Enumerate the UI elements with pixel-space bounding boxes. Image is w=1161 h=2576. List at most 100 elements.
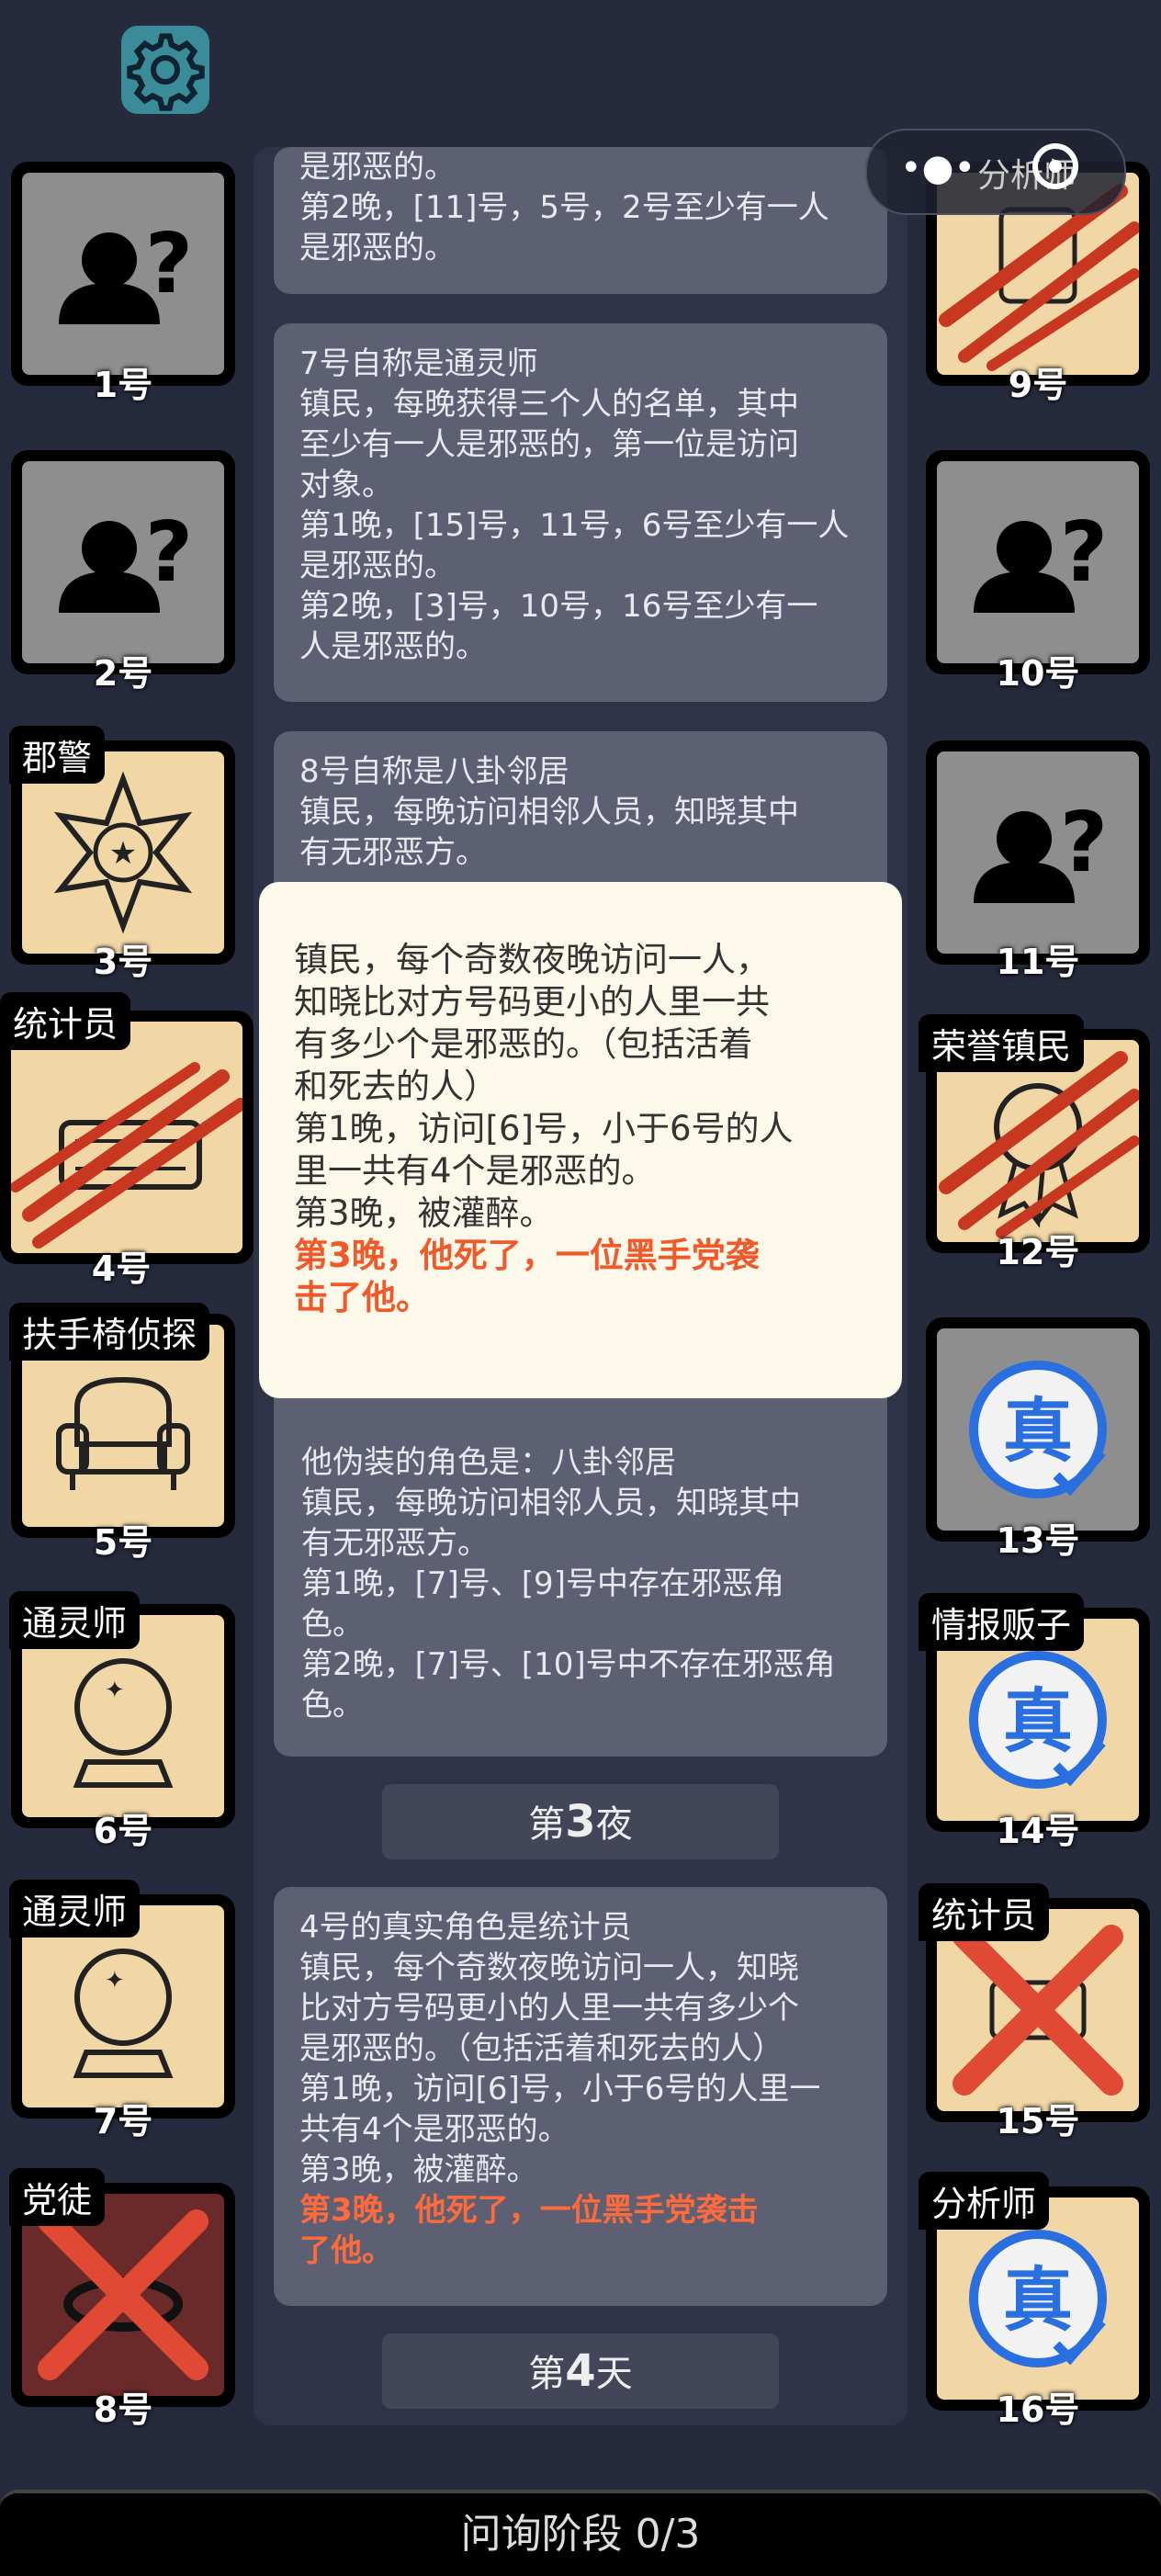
log-text: 是邪恶的。 (299, 149, 456, 186)
day-label-prefix: 第 (528, 2353, 566, 2395)
player-number: 16号 (996, 2390, 1080, 2430)
night-3-header: 第3夜 (382, 1784, 779, 1859)
log-text: 人是邪恶的。 (299, 628, 487, 665)
player-number: 3号 (93, 942, 153, 982)
role-label: 党徒 (9, 2168, 106, 2226)
log-text: 第1晚，[7]号、[9]号中存在邪恶角 (301, 1565, 784, 1602)
player-number: 13号 (996, 1520, 1080, 1561)
svg-text:?: ? (145, 216, 193, 312)
close-target-icon[interactable] (1032, 143, 1078, 189)
svg-text:✦: ✦ (105, 1677, 125, 1704)
svg-text:真: 真 (1003, 1390, 1073, 1472)
log-text: 对象。 (299, 467, 393, 503)
phase-label: 问询阶段 0/3 (460, 2511, 701, 2558)
tooltip-text: 第3晚，被灌醉。 (294, 1193, 554, 1233)
log-text: 镇民，每晚访问相邻人员，知晓其中 (301, 1485, 801, 1521)
svg-text:?: ? (1060, 795, 1108, 891)
log-text: 第2晚，[7]号、[10]号中不存在邪恶角 (301, 1646, 836, 1683)
player-portrait (11, 1022, 242, 1253)
tooltip-death-text: 击了他。 (294, 1278, 430, 1317)
abacus-icon (11, 1062, 242, 1248)
svg-text:真: 真 (1003, 1680, 1073, 1762)
player-portrait: ? (22, 461, 224, 663)
log-text: 镇民，每晚访问相邻人员，知晓其中 (299, 794, 799, 830)
player-tile-13[interactable]: 真 (926, 1317, 1150, 1542)
log-text: 第2晚，[3]号，10号，16号至少有一 (299, 588, 818, 625)
log-card-1: 是邪恶的。 第2晚，[11]号，5号，2号至少有一人 是邪恶的。 (274, 147, 887, 294)
log-text: 8号自称是八卦邻居 (299, 753, 569, 790)
more-dots-icon[interactable]: •●• (900, 147, 975, 189)
settings-button[interactable] (121, 26, 209, 114)
player-number: 5号 (93, 1522, 153, 1563)
role-label: 通灵师 (9, 1880, 141, 1938)
role-label: 扶手椅侦探 (9, 1303, 210, 1361)
player-number: 12号 (996, 1232, 1080, 1272)
player-number: 9号 (1008, 365, 1068, 405)
unknown-person-icon: ? (59, 504, 193, 613)
player-number: 6号 (93, 1811, 153, 1851)
tooltip-death-text: 第3晚，他死了，一位黑手党袭 (294, 1236, 760, 1275)
log-text: 他伪装的角色是：八卦邻居 (301, 1444, 676, 1481)
role-label: 郡警 (9, 726, 106, 784)
role-label: 荣誉镇民 (919, 1014, 1085, 1072)
menu-capsule[interactable]: 分析师 •●• (865, 129, 1126, 215)
phase-bar[interactable]: 问询阶段 0/3 (0, 2490, 1161, 2576)
log-text: 共有4个是邪恶的。 (299, 2111, 569, 2148)
log-text: 是邪恶的。 (299, 230, 456, 266)
svg-text:✦: ✦ (105, 1967, 125, 1994)
day-number: 4 (565, 2345, 596, 2397)
role-label: 统计员 (0, 992, 131, 1050)
tooltip-text: 知晓比对方号码更小的人里一共 (294, 982, 770, 1022)
claw-marks-icon (11, 1062, 242, 1248)
player-number: 14号 (996, 1811, 1080, 1851)
player-number: 4号 (91, 1248, 152, 1289)
log-card-2: 7号自称是通灵师 镇民，每晚获得三个人的名单，其中 至少有一人是邪恶的，第一位是… (274, 323, 887, 702)
player-tile-11[interactable]: ? (926, 740, 1150, 965)
role-label: 分析师 (919, 2172, 1050, 2230)
unknown-person-icon: ? (974, 504, 1108, 613)
svg-text:★: ★ (109, 835, 137, 872)
role-label: 通灵师 (9, 1591, 141, 1649)
player-tile-10[interactable]: ? (926, 450, 1150, 674)
player-tile-2[interactable]: ? (11, 450, 235, 674)
log-text: 第1晚，[15]号，11号，6号至少有一人 (299, 507, 850, 544)
tooltip-text: 第1晚，访问[6]号，小于6号的人 (294, 1109, 794, 1148)
night-number: 3 (565, 1796, 596, 1847)
tooltip-text: 和死去的人） (294, 1067, 498, 1106)
tooltip-text: 有多少个是邪恶的。（包括活着 (294, 1024, 753, 1064)
log-text: 第2晚，[11]号，5号，2号至少有一人 (299, 189, 829, 226)
log-card-4: 他伪装的角色是：八卦邻居 镇民，每晚访问相邻人员，知晓其中 有无邪恶方。 第1晚… (274, 1350, 887, 1757)
player-number: 11号 (996, 942, 1080, 982)
player-portrait: ? (937, 751, 1139, 954)
true-stamp-icon: 真 (969, 1361, 1107, 1498)
log-text: 有无邪恶方。 (301, 1525, 489, 1562)
log-text: 第1晚，访问[6]号，小于6号的人里一 (299, 2071, 821, 2107)
log-text: 色。 (301, 1606, 364, 1643)
log-card-5: 4号的真实角色是统计员 镇民，每个奇数夜晚访问一人，知晓 比对方号码更小的人里一… (274, 1887, 887, 2306)
log-text: 是邪恶的。 (299, 548, 456, 584)
svg-text:真: 真 (1003, 2259, 1073, 2341)
player-number: 8号 (93, 2390, 153, 2430)
svg-text:?: ? (1060, 504, 1108, 601)
player-number: 10号 (996, 653, 1080, 694)
player-number: 2号 (93, 653, 153, 694)
player-number: 1号 (93, 365, 153, 405)
unknown-person-icon: ? (974, 795, 1108, 903)
log-text: 比对方号码更小的人里一共有多少个 (299, 1990, 799, 2027)
log-text: 是邪恶的。（包括活着和死去的人） (299, 2030, 783, 2067)
player-portrait: 真 (937, 1328, 1139, 1531)
log-text: 有无邪恶方。 (299, 834, 487, 871)
log-death-text: 第3晚，他死了，一位黑手党袭击 (299, 2192, 759, 2229)
player-tile-1[interactable]: ? (11, 162, 235, 386)
log-text: 镇民，每个奇数夜晚访问一人，知晓 (299, 1949, 799, 1986)
log-text: 7号自称是通灵师 (299, 345, 538, 382)
role-tooltip[interactable]: 镇民，每个奇数夜晚访问一人， 知晓比对方号码更小的人里一共 有多少个是邪恶的。（… (259, 882, 902, 1398)
log-text: 4号的真实角色是统计员 (299, 1909, 632, 1946)
unknown-person-icon: ? (59, 216, 193, 324)
role-label: 统计员 (919, 1883, 1050, 1941)
day-label-suffix: 天 (595, 2353, 633, 2395)
tooltip-text: 里一共有4个是邪恶的。 (294, 1151, 656, 1191)
log-text: 至少有一人是邪恶的，第一位是访问 (299, 426, 799, 463)
log-death-text: 了他。 (299, 2232, 393, 2269)
tooltip-text: 镇民，每个奇数夜晚访问一人， (294, 940, 770, 979)
